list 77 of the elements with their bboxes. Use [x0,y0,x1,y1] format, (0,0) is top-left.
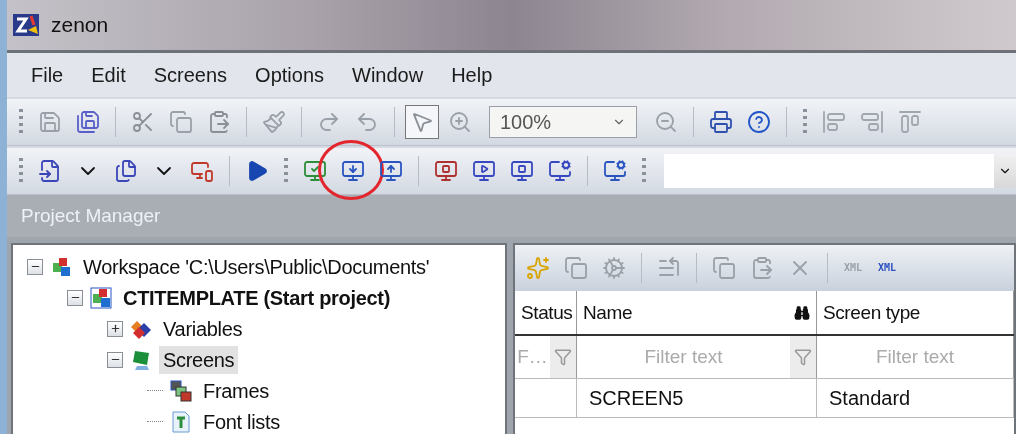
monitor-play-icon [472,159,496,183]
filter-field[interactable]: Filter text [817,336,1013,378]
paste-icon [207,110,231,134]
align-top-icon [898,110,922,134]
zoom-in-icon [448,110,472,134]
menu-item[interactable]: Help [441,57,503,93]
panel-title: Project Manager [21,205,161,227]
expand-toggle[interactable] [107,320,123,337]
paste-icon [750,256,774,280]
pages-icon [114,159,138,183]
screens-icon [190,159,214,183]
collapse-toggle[interactable] [27,258,43,275]
filter-field[interactable]: F… [515,336,550,378]
toolbar-grip[interactable] [642,158,646,184]
monitor-stop-icon [510,159,534,183]
monitor-settings-icon [603,159,627,183]
printer-icon [709,110,733,134]
filter-icon [794,348,812,366]
pointer-button[interactable] [405,105,439,139]
project-icon [89,285,113,310]
zoom-out-icon [654,110,678,134]
toolbar-grip[interactable] [284,158,288,184]
menu-item[interactable]: File [21,57,74,93]
help-icon [747,110,771,134]
tree-item[interactable]: CTITEMPLATE (Start project) [119,283,395,312]
tree-item[interactable]: Variables [159,314,247,343]
cut-icon [131,110,155,134]
column-header[interactable]: Status [515,291,577,334]
copy-icon [564,256,588,280]
search-icon [794,304,810,321]
filter-button[interactable] [790,336,816,378]
monitor-check-icon [303,159,327,183]
save-icon [38,110,62,134]
app-logo-icon [13,12,41,38]
page-icon [38,159,62,183]
toolbar-grip[interactable] [803,109,807,135]
undo-icon [355,110,379,134]
zoom-dropdown[interactable]: 100% [489,106,637,138]
column-header[interactable]: Name [577,291,817,334]
save-all-icon [76,110,100,134]
frames-icon [169,378,193,403]
tree-item[interactable]: Screens [159,345,239,374]
menu-item[interactable]: Options [245,57,334,93]
filter-icon [554,348,572,366]
dropdown-field[interactable] [664,154,1016,188]
align-right-icon [860,110,884,134]
window-title: zenon [51,13,109,37]
monitor-cog-icon [548,159,572,183]
table-cell: Standard [817,379,1014,417]
tree-item[interactable]: Font lists [199,407,285,434]
monitor-upload-icon [379,159,403,183]
toolbar-grip[interactable] [19,158,23,184]
sparkle-icon [526,256,550,280]
collapse-toggle[interactable] [67,289,83,306]
filter-field[interactable]: Filter text [577,336,790,378]
toolbar-grip[interactable] [19,109,23,135]
redo-icon [317,110,341,134]
xml-button[interactable]: XML [872,262,902,274]
gear-icon [602,256,626,280]
plus-icon [109,323,121,334]
brush-icon [262,110,286,134]
menu-item[interactable]: Screens [143,57,238,93]
monitor-icon [434,159,458,183]
font-list-icon [169,409,193,434]
tree-item[interactable]: Frames [199,376,273,405]
filter-button[interactable] [550,336,576,378]
copy-icon [712,256,736,280]
menu-item[interactable]: Edit [81,57,136,93]
menu-item[interactable]: Window [342,57,434,93]
align-left-icon [822,110,846,134]
collapse-toggle[interactable] [107,351,123,368]
monitor-download-icon [341,159,365,183]
tree-item[interactable]: Workspace 'C:\Users\Public\Documents' [79,252,434,281]
column-header[interactable]: Screen type [817,291,1014,334]
pointer-icon [410,110,434,134]
table-cell: SCREEN5 [577,379,817,417]
copy-icon [169,110,193,134]
